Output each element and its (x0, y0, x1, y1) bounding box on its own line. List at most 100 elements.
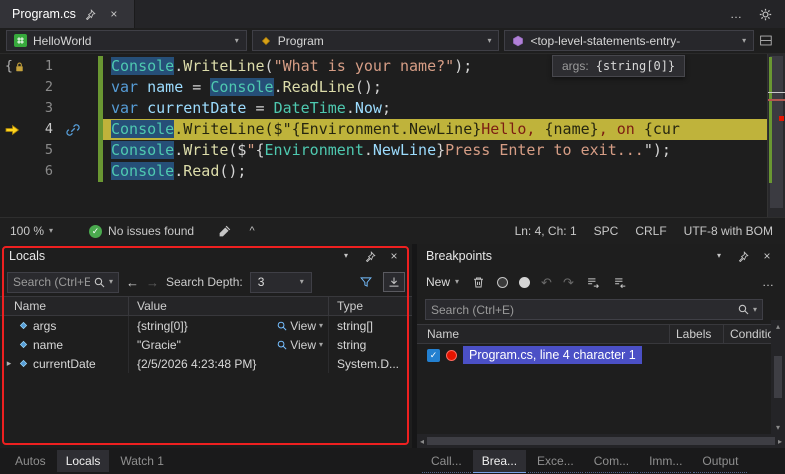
more-icon[interactable]: … (728, 5, 744, 23)
whitespace-label[interactable]: SPC (594, 224, 619, 238)
search-box[interactable]: ▾ (425, 299, 763, 320)
split-window-button[interactable] (759, 32, 779, 50)
breakpoint-label[interactable]: Program.cs, line 4 character 1 (463, 346, 642, 364)
column-header-type[interactable]: Type (328, 297, 412, 315)
code-text[interactable]: Console.Write($"{Environment.NewLine}Pre… (103, 140, 767, 161)
window-menu-icon[interactable]: ▾ (337, 248, 355, 264)
tab-locals[interactable]: Locals (56, 450, 110, 472)
column-header-value[interactable]: Value (128, 297, 328, 315)
locals-row[interactable]: ▸ currentDate {2/5/2026 4:23:48 PM} Syst… (0, 354, 412, 373)
datatip: args: {string[0]} (552, 55, 686, 77)
panel-tab-strip: Autos Locals Watch 1 Call... Brea... Exc… (0, 448, 785, 474)
search-options-chevron-icon[interactable]: ▾ (753, 305, 757, 314)
view-icon (277, 340, 287, 349)
member-dropdown[interactable]: <top-level-statements-entry- ▾ (504, 30, 755, 51)
tab-exception-settings[interactable]: Exce... (528, 450, 583, 473)
scrollbar-thumb[interactable] (427, 437, 775, 445)
redo-icon[interactable]: ↷ (563, 276, 574, 289)
gear-icon[interactable] (757, 5, 773, 23)
code-editor[interactable]: { 1 Console.WriteLine("What is your name… (0, 54, 785, 217)
search-depth-select[interactable]: 3 ▾ (249, 271, 312, 293)
locals-row[interactable]: name "Gracie" View ▾ string (0, 335, 412, 354)
link-icon[interactable] (66, 123, 80, 137)
pin-icon[interactable] (734, 248, 752, 264)
breakpoints-horizontal-scrollbar[interactable]: ◂ ▸ (417, 434, 785, 448)
tab-call-stack[interactable]: Call... (422, 450, 471, 473)
search-prev-button[interactable]: ← (126, 276, 139, 289)
tab-immediate[interactable]: Imm... (640, 450, 692, 473)
disable-all-breakpoints-icon[interactable] (497, 276, 509, 288)
breakpoint-margin[interactable] (0, 161, 26, 182)
project-dropdown[interactable]: HelloWorld ▾ (6, 30, 247, 51)
breakpoint-margin[interactable] (0, 77, 26, 98)
filter-button[interactable] (355, 272, 377, 292)
new-breakpoint-button[interactable]: New ▾ (426, 275, 459, 289)
locals-row[interactable]: args {string[0]} View ▾ string[] (0, 316, 412, 335)
close-icon[interactable]: × (385, 248, 403, 264)
breakpoint-checkbox[interactable]: ✓ (427, 348, 440, 362)
scroll-up-icon[interactable]: ▴ (776, 322, 780, 331)
type-dropdown[interactable]: Program ▾ (251, 30, 500, 51)
close-icon[interactable]: × (106, 5, 122, 23)
line-number[interactable]: 6 (26, 161, 62, 182)
delete-breakpoint-button[interactable] (470, 273, 486, 291)
encoding-label[interactable]: UTF-8 with BOM (684, 224, 773, 238)
window-menu-icon[interactable]: ▾ (710, 248, 728, 264)
tab-autos[interactable]: Autos (6, 450, 55, 472)
column-header-labels[interactable]: Labels (669, 325, 723, 343)
locals-search-input[interactable] (13, 275, 90, 289)
column-header-name[interactable]: Name (417, 325, 669, 343)
close-icon[interactable]: × (758, 248, 776, 264)
cursor-position-label[interactable]: Ln: 4, Ch: 1 (515, 224, 577, 238)
breakpoint-margin[interactable]: { (0, 56, 26, 77)
line-ending-label[interactable]: CRLF (635, 224, 666, 238)
code-text[interactable]: var name = Console.ReadLine(); (103, 77, 767, 98)
line-number[interactable]: 1 (26, 56, 62, 77)
variable-name: name (33, 337, 64, 352)
breakpoint-margin[interactable] (0, 98, 26, 119)
toggle-all-breakpoints-icon[interactable] (519, 276, 531, 288)
scroll-down-icon[interactable]: ▾ (776, 423, 780, 432)
expander-icon[interactable]: ▸ (4, 358, 14, 369)
import-breakpoints-button[interactable] (612, 273, 628, 291)
more-options-button[interactable]: … (760, 273, 776, 291)
scrollbar-thumb[interactable] (774, 356, 782, 398)
view-link[interactable]: View ▾ (277, 338, 328, 352)
breakpoint-margin[interactable] (0, 119, 26, 140)
editor-scrollbar[interactable] (767, 54, 785, 217)
code-text[interactable]: var currentDate = DateTime.Now; (103, 98, 767, 119)
line-number[interactable]: 2 (26, 77, 62, 98)
code-text[interactable]: Console.Read(); (103, 161, 767, 182)
line-number[interactable]: 4 (26, 119, 62, 140)
scroll-left-icon[interactable]: ◂ (420, 437, 424, 446)
zoom-control[interactable]: 100 % ▾ (0, 224, 63, 238)
code-cleanup-button[interactable] (216, 222, 232, 240)
scroll-right-icon[interactable]: ▸ (778, 437, 782, 446)
tab-watch1[interactable]: Watch 1 (111, 450, 173, 472)
breakpoints-search-input[interactable] (431, 302, 734, 317)
undo-icon[interactable]: ↶ (541, 276, 552, 289)
search-box[interactable]: ▾ (7, 271, 119, 293)
search-next-button[interactable]: → (146, 276, 159, 289)
code-text[interactable]: Console.WriteLine($"{Environment.NewLine… (103, 119, 767, 140)
expand-status-button[interactable]: ^ (244, 222, 260, 240)
collect-values-button[interactable] (383, 272, 405, 292)
breakpoints-vertical-scrollbar[interactable]: ▴ ▾ (771, 320, 785, 434)
column-header-conditions[interactable]: Conditions (723, 325, 771, 343)
tab-command-window[interactable]: Com... (584, 450, 639, 473)
view-link[interactable]: View ▾ (277, 319, 328, 333)
breakpoint-row[interactable]: ✓ Program.cs, line 4 character 1 (417, 344, 771, 366)
line-number[interactable]: 3 (26, 98, 62, 119)
pin-icon[interactable] (361, 248, 379, 264)
tab-output[interactable]: Output (693, 450, 748, 473)
caret-annotation (768, 92, 785, 93)
export-breakpoints-button[interactable] (585, 273, 601, 291)
issues-indicator[interactable]: ✓ No issues found (89, 224, 194, 238)
search-options-chevron-icon[interactable]: ▾ (109, 278, 113, 286)
column-header-name[interactable]: Name (0, 297, 128, 315)
line-number[interactable]: 5 (26, 140, 62, 161)
breakpoint-margin[interactable] (0, 140, 26, 161)
tab-breakpoints[interactable]: Brea... (472, 449, 527, 473)
document-tab[interactable]: Program.cs × (0, 0, 135, 28)
pin-icon[interactable] (83, 5, 99, 23)
